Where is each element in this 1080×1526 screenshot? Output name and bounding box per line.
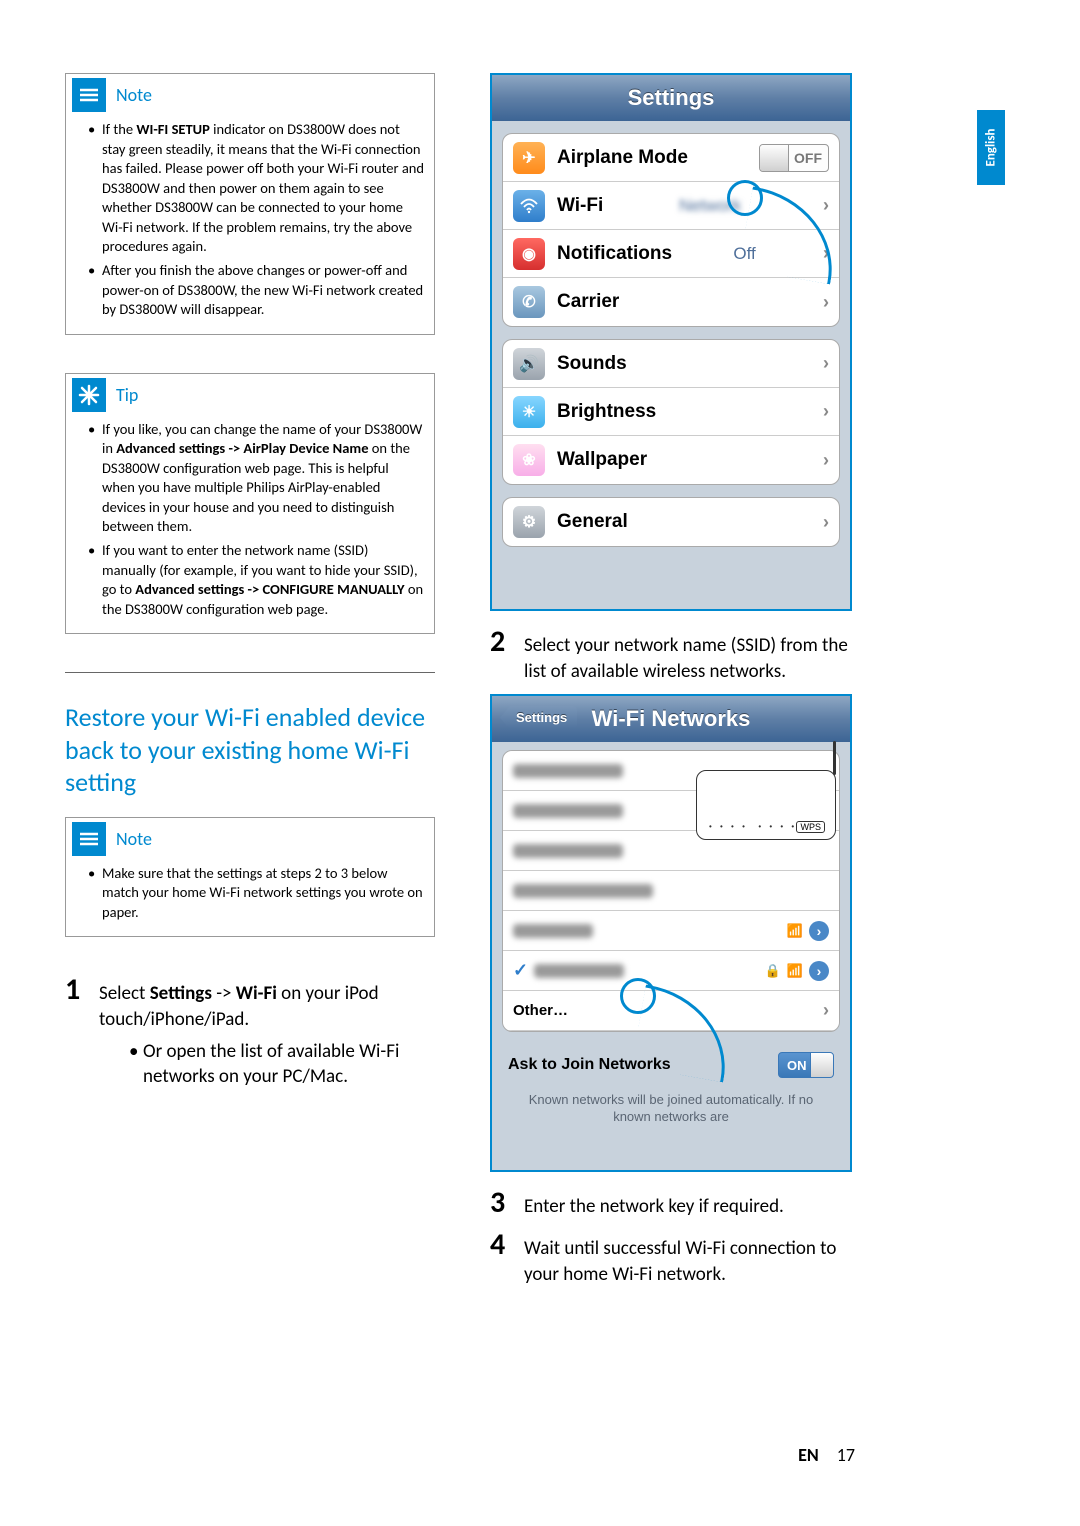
wifi-signal-icon: 📶 [787, 963, 803, 979]
wifi-footer-text: Known networks will be joined automatica… [492, 1090, 850, 1128]
screenshot-ios-wifi-networks: Settings Wi-Fi Networks • • • • • • • • … [490, 694, 852, 1172]
general-icon: ⚙ [513, 506, 545, 538]
note-callout-2: Note Make sure that the settings at step… [65, 817, 435, 938]
wifi-signal-icon: 📶 [787, 923, 803, 939]
tip-icon [72, 378, 106, 412]
step-3: 3 Enter the network key if required. [490, 1188, 858, 1220]
tip-bullet-2: If you want to enter the network name (S… [92, 541, 424, 619]
chevron-right-icon: › [823, 512, 829, 533]
wifi-icon [513, 190, 545, 222]
row-sounds[interactable]: 🔊 Sounds › [503, 340, 839, 388]
chevron-right-icon: › [823, 450, 829, 471]
step1-subbullet: Or open the list of available Wi-Fi netw… [129, 1039, 435, 1090]
wifi-network-row[interactable]: 📶› [503, 911, 839, 951]
step-2: 2 Select your network name (SSID) from t… [490, 627, 858, 684]
detail-icon[interactable]: › [809, 921, 829, 941]
row-wallpaper[interactable]: ❀ Wallpaper › [503, 436, 839, 484]
language-tab: English [977, 110, 1005, 185]
chevron-right-icon: › [823, 292, 829, 313]
brightness-icon: ☀ [513, 396, 545, 428]
airplane-toggle[interactable]: OFF [759, 144, 829, 172]
router-illustration: • • • • • • • • WPS [696, 770, 836, 840]
wifi-network-row-selected[interactable]: ✓ 🔒 📶 › [503, 951, 839, 991]
note-icon [72, 78, 106, 112]
note-callout-1: Note If the WI-FI SETUP indicator on DS3… [65, 73, 435, 335]
lock-icon: 🔒 [765, 963, 781, 979]
page-footer: EN17 [798, 1444, 855, 1466]
ios-header-title: Settings [492, 75, 850, 121]
wallpaper-icon: ❀ [513, 444, 545, 476]
step-number: 2 [490, 627, 512, 657]
chevron-right-icon: › [823, 1000, 829, 1021]
row-brightness[interactable]: ☀ Brightness › [503, 388, 839, 436]
back-button[interactable]: Settings [500, 706, 577, 729]
note1-bullet-2: After you finish the above changes or po… [92, 261, 424, 320]
step-number: 3 [490, 1188, 512, 1218]
step-number: 4 [490, 1230, 512, 1260]
chevron-right-icon: › [823, 195, 829, 216]
note-icon [72, 822, 106, 856]
row-carrier[interactable]: ✆ Carrier › [503, 278, 839, 326]
note-title: Note [116, 84, 152, 106]
chevron-right-icon: › [823, 401, 829, 422]
detail-icon[interactable]: › [809, 961, 829, 981]
note2-bullet-1: Make sure that the settings at steps 2 t… [92, 864, 424, 923]
touch-hand-illustration [630, 988, 690, 1048]
step-4: 4 Wait until successful Wi-Fi connection… [490, 1230, 858, 1287]
step-number: 1 [65, 975, 87, 1005]
chevron-right-icon: › [823, 353, 829, 374]
note-title: Note [116, 828, 152, 850]
tip-bullet-1: If you like, you can change the name of … [92, 420, 424, 537]
sounds-icon: 🔊 [513, 348, 545, 380]
wifi-network-row[interactable] [503, 871, 839, 911]
checkmark-icon: ✓ [513, 960, 528, 981]
note1-bullet-1: If the WI-FI SETUP indicator on DS3800W … [92, 120, 424, 257]
wifi-header-title: Wi-Fi Networks [592, 706, 751, 732]
ask-join-toggle[interactable]: ON [778, 1052, 834, 1078]
tip-callout: Tip If you like, you can change the name… [65, 373, 435, 635]
tip-title: Tip [116, 384, 138, 406]
section-heading: Restore your Wi-Fi enabled device back t… [65, 672, 435, 799]
carrier-icon: ✆ [513, 286, 545, 318]
row-general[interactable]: ⚙ General › [503, 498, 839, 546]
step-1: 1 Select Settings -> Wi-Fi on your iPod … [65, 975, 435, 1090]
touch-hand-illustration [737, 190, 797, 250]
notifications-icon: ◉ [513, 238, 545, 270]
row-airplane-mode[interactable]: ✈ Airplane Mode OFF [503, 134, 839, 182]
screenshot-ios-settings: Settings ✈ Airplane Mode OFF Wi-Fi Netwo… [490, 73, 852, 611]
airplane-icon: ✈ [513, 142, 545, 174]
